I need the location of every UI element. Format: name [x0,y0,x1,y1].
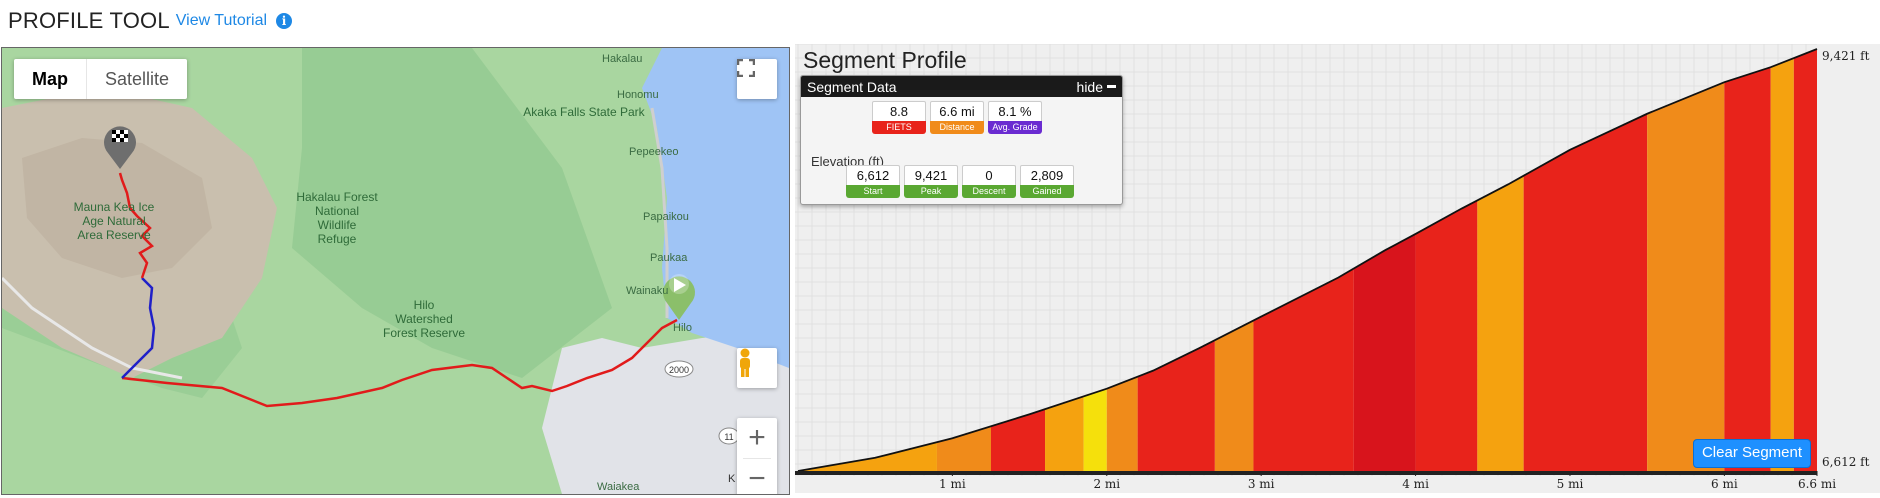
grade-band [1770,49,1794,471]
map-label-maunakea-2: Age Natural [82,214,145,228]
page-title: PROFILE TOOL [8,8,170,33]
x-tick-label: 3 mi [1248,477,1275,491]
stat-avg-grade-label: Avg. Grade [988,121,1042,134]
fullscreen-icon [737,59,755,77]
route-11-shield: 11 [718,427,740,445]
map-label-watershed-2: Watershed [395,312,453,326]
segment-data-title: Segment Data [807,78,897,95]
zoom-out-button[interactable]: − [737,459,777,495]
map-view[interactable]: Hakalau Honomu Pepeekeo Papaikou Paukaa … [1,47,790,495]
map-label-honomu: Honomu [617,89,659,101]
route-2000-shield: 2000 [664,360,694,378]
y-tick-label-bottom: 6,612 ft [1822,455,1870,469]
grade-band [1415,49,1478,471]
street-view-button[interactable] [737,348,777,388]
segment-profile-panel: 1 mi 2 mi 3 mi 4 mi 5 mi 6 mi 6.6 mi Segment P… [795,43,1880,493]
grade-band [1724,49,1771,471]
stat-peak-label: Peak [904,185,958,198]
map-label-hakalau-forest-2: National [315,204,359,218]
grade-band [1253,49,1354,471]
stat-descent: 0 Descent [962,165,1016,198]
stat-peak-value: 9,421 [904,165,958,185]
stat-descent-label: Descent [962,185,1016,198]
grade-band [1523,49,1648,471]
stat-distance-label: Distance [930,121,984,134]
grade-band [1647,49,1725,471]
zoom-in-button[interactable]: + [737,418,777,458]
grade-band [1793,49,1817,471]
profile-title: Segment Profile [803,47,967,73]
page-header: PROFILE TOOL View Tutorial i [8,6,293,36]
segment-stats-row: 8.8 FIETS 6.6 mi Distance 8.1 % Avg. Gra… [872,101,1042,134]
grade-band [1353,49,1416,471]
map-label-pepeekeo: Pepeekeo [629,146,679,158]
map-label-papaikou: Papaikou [643,211,689,223]
map-label-wainaku: Wainaku [626,285,668,297]
minus-icon: − [748,462,766,495]
stat-avg-grade-value: 8.1 % [988,101,1042,121]
map-type-control: Map Satellite [14,59,188,99]
stat-start-value: 6,612 [846,165,900,185]
stat-distance: 6.6 mi Distance [930,101,984,134]
x-tick-label: 6 mi [1711,477,1738,491]
map-label-paukaa: Paukaa [650,252,688,264]
stat-fiets-value: 8.8 [872,101,926,121]
stat-peak: 9,421 Peak [904,165,958,198]
map-canvas[interactable]: Hakalau Honomu Pepeekeo Papaikou Paukaa … [2,48,789,494]
map-label-hakalau-forest-4: Refuge [318,232,357,246]
stat-descent-value: 0 [962,165,1016,185]
x-tick-label: 2 mi [1093,477,1120,491]
map-label-maunakea-3: Area Reserve [77,228,151,242]
clear-segment-button[interactable]: Clear Segment [1693,439,1811,468]
route-2000-label: 2000 [669,365,689,375]
view-tutorial-link[interactable]: View Tutorial [176,12,267,30]
stat-start-label: Start [846,185,900,198]
minus-icon [1107,85,1116,88]
fullscreen-button[interactable] [737,59,777,99]
map-label-hakalau-forest-1: Hakalau Forest [296,190,378,204]
map-label-hakalau: Hakalau [602,53,642,65]
stat-gained-value: 2,809 [1020,165,1074,185]
x-tick-label: 6.6 mi [1798,477,1836,491]
map-type-map-button[interactable]: Map [14,59,86,99]
info-icon[interactable]: i [276,13,293,29]
stat-start: 6,612 Start [846,165,900,198]
map-label-maunakea-1: Mauna Kea Ice [74,200,155,214]
stat-distance-value: 6.6 mi [930,101,984,121]
zoom-control: + − [737,418,777,495]
x-tick-label: 4 mi [1402,477,1429,491]
stat-fiets: 8.8 FIETS [872,101,926,134]
x-tick-label: 5 mi [1557,477,1584,491]
map-type-satellite-button[interactable]: Satellite [87,59,187,99]
map-label-watershed-3: Forest Reserve [383,326,465,340]
map-label-akaka-falls: Akaka Falls State Park [523,105,645,119]
map-label-k: K [728,473,736,485]
pegman-icon [740,348,750,377]
map-label-hilo: Hilo [673,322,692,334]
segment-data-panel: Segment Data hide 8.8 FIETS 6.6 mi Dista… [800,75,1123,205]
stat-avg-grade: 8.1 % Avg. Grade [988,101,1042,134]
x-tick-label: 1 mi [939,477,966,491]
stat-fiets-label: FIETS [872,121,926,134]
segment-data-header: Segment Data hide [801,76,1122,97]
map-label-waiakea: Waiakea [597,481,640,493]
stat-gained-label: Gained [1020,185,1074,198]
elevation-stats-row: 6,612 Start 9,421 Peak 0 Descent 2,809 G… [846,165,1074,198]
plus-icon: + [748,421,766,454]
grade-band [1214,49,1254,471]
hide-button[interactable]: hide [1077,79,1116,95]
x-axis-bar [795,471,1817,475]
stat-gained: 2,809 Gained [1020,165,1074,198]
map-label-watershed-1: Hilo [414,298,435,312]
y-tick-label-top: 9,421 ft [1822,49,1870,63]
hide-label: hide [1076,78,1103,95]
map-label-hakalau-forest-3: Wildlife [318,218,357,232]
route-11-label: 11 [724,432,733,442]
